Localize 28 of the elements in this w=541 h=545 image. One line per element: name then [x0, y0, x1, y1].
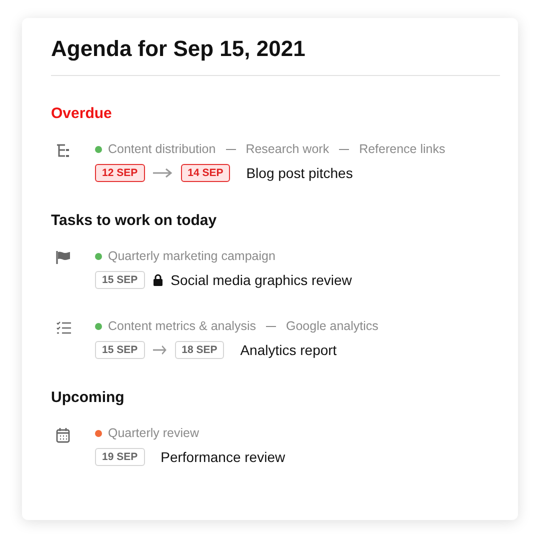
breadcrumb-link[interactable]: Content distribution: [108, 142, 216, 156]
subtasks-icon: [56, 144, 70, 158]
lock-icon: [152, 274, 163, 286]
task-title[interactable]: Social media graphics review: [170, 272, 352, 288]
date-tag: 12 SEP: [95, 164, 145, 182]
breadcrumb-link[interactable]: Research work: [246, 142, 330, 156]
arrow-icon: [152, 168, 173, 178]
flag-icon: [56, 251, 71, 264]
breadcrumb-link[interactable]: Content metrics & analysis: [108, 319, 256, 333]
breadcrumb-link[interactable]: Quarterly marketing campaign: [108, 249, 276, 263]
calendar-icon: [56, 428, 70, 443]
task-title[interactable]: Performance review: [160, 449, 286, 465]
breadcrumb-link[interactable]: Quarterly review: [108, 426, 199, 440]
date-tag: 15 SEP: [95, 271, 145, 289]
breadcrumb-link[interactable]: Google analytics: [286, 319, 378, 333]
breadcrumb-link[interactable]: Reference links: [359, 142, 446, 156]
section-heading: Upcoming: [51, 389, 126, 406]
date-tag: 14 SEP: [180, 164, 230, 182]
checklist-icon: [56, 321, 72, 334]
agenda-title: Agenda for Sep 15, 2021: [51, 36, 500, 76]
date-tag: 15 SEP: [95, 341, 145, 359]
task-title[interactable]: Blog post pitches: [246, 165, 353, 181]
date-tag: 18 SEP: [174, 341, 224, 359]
section-heading: Overdue: [51, 105, 113, 122]
date-tag: 19 SEP: [95, 448, 145, 466]
task-title[interactable]: Analytics report: [240, 342, 337, 358]
arrow-icon: [152, 345, 167, 355]
section-heading: Tasks to work on today: [51, 212, 218, 229]
